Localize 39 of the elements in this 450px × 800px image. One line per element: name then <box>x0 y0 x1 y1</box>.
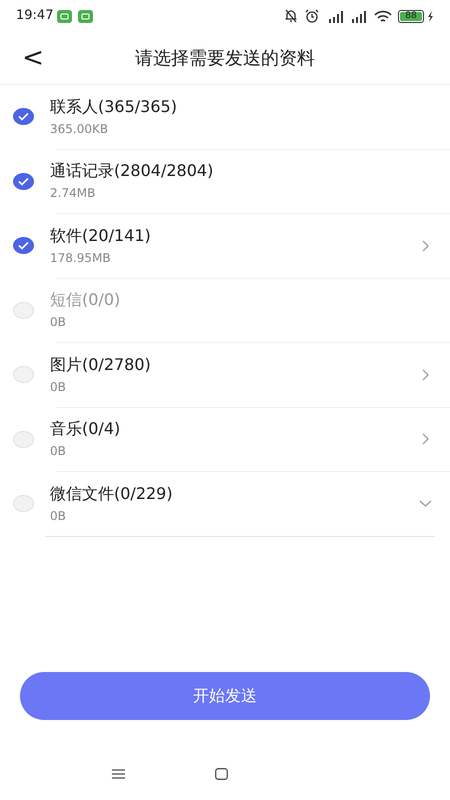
signal-icon <box>326 10 344 22</box>
start-send-button[interactable]: 开始发送 <box>20 672 430 720</box>
checkbox[interactable] <box>13 237 34 254</box>
category-title: 联系人(365/365) <box>50 96 178 118</box>
category-title: 微信文件(0/229) <box>50 482 174 505</box>
checkbox[interactable] <box>13 366 34 384</box>
category-size: 0B <box>50 314 67 332</box>
checkbox[interactable] <box>13 172 34 190</box>
battery-icon: 88 <box>398 10 424 22</box>
category-size: 0B <box>50 378 67 396</box>
category-size: 178.95MB <box>50 250 112 267</box>
checkbox[interactable] <box>13 108 34 126</box>
checkbox[interactable] <box>13 430 34 448</box>
chevron-right-icon[interactable] <box>422 368 429 381</box>
status-time: 19:47 <box>16 7 54 26</box>
menu-icon[interactable] <box>112 769 125 779</box>
category-size: 0B <box>50 508 67 525</box>
page-title: 请选择需要发送的资料 <box>135 46 315 70</box>
category-title: 通话记录(2804/2804) <box>50 160 214 182</box>
signal-icon <box>349 10 367 22</box>
home-icon[interactable] <box>215 768 228 780</box>
category-title: 音乐(0/4) <box>50 418 122 440</box>
checkbox[interactable] <box>13 495 34 512</box>
category-size: 2.74MB <box>50 185 96 202</box>
category-title: 软件(20/141) <box>50 224 152 247</box>
app-notification-icon <box>78 10 94 22</box>
chevron-down-icon[interactable] <box>419 500 432 508</box>
app-notification-icon <box>57 10 72 22</box>
chevron-right-icon[interactable] <box>422 433 429 446</box>
chevron-right-icon[interactable] <box>422 240 429 252</box>
back-button[interactable]: < <box>18 40 48 76</box>
category-size: 0B <box>50 443 67 460</box>
category-size: 365.00KB <box>50 120 110 138</box>
charging-icon <box>427 10 434 22</box>
wifi-icon <box>374 10 392 22</box>
alarm-icon <box>305 9 319 23</box>
category-title: 短信(0/0) <box>50 289 122 312</box>
mute-bell-icon <box>284 9 298 23</box>
category-title: 图片(0/2780) <box>50 354 152 376</box>
